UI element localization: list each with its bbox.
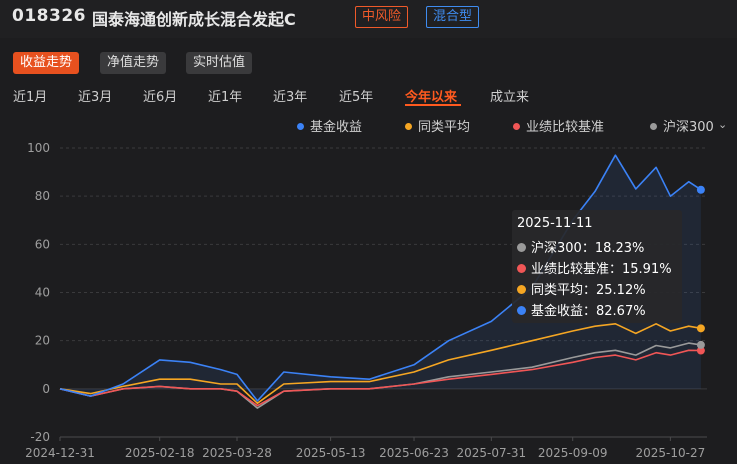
period-tab-since-inception[interactable]: 成立来 xyxy=(490,86,529,105)
period-tab-1m[interactable]: 近1月 xyxy=(13,86,47,105)
tooltip-dot-benchmark xyxy=(517,264,526,273)
x-tick-label: 2025-10-27 xyxy=(636,446,706,460)
period-tab-6m[interactable]: 近6月 xyxy=(143,86,177,105)
chart-legend: 基金收益 同类平均 业绩比较基准 沪深300 xyxy=(0,116,737,136)
x-tick-label: 2024-12-31 xyxy=(25,446,95,460)
legend-item-benchmark[interactable]: 业绩比较基准 xyxy=(513,116,604,135)
fund-name: 国泰海通创新成长混合发起C xyxy=(92,10,296,29)
tooltip-dot-fund-return xyxy=(517,306,526,315)
tab-return-trend[interactable]: 收益走势 xyxy=(13,52,80,74)
x-tick-label: 2025-02-18 xyxy=(125,446,195,460)
tooltip-dot-csi300 xyxy=(517,243,526,252)
tooltip-dot-peer-average xyxy=(517,285,526,294)
x-tick-label: 2025-03-28 xyxy=(202,446,272,460)
tooltip-text-csi300: 沪深300：18.23% xyxy=(531,241,645,256)
tab-realtime-estimate[interactable]: 实时估值 xyxy=(186,52,253,74)
period-tab-3m[interactable]: 近3月 xyxy=(78,86,112,105)
tooltip-row-fund-return: 基金收益：82.67% xyxy=(517,300,646,319)
legend-label-csi300: 沪深300 xyxy=(663,120,714,135)
x-tick-label: 2025-09-09 xyxy=(538,446,608,460)
series-point-fund-return xyxy=(696,185,705,194)
tooltip-date: 2025-11-11 xyxy=(517,216,593,231)
fund-code: 018326 xyxy=(12,6,86,26)
period-tab-ytd[interactable]: 今年以来 xyxy=(405,86,457,105)
risk-badge: 中风险 xyxy=(355,6,409,28)
legend-label-peer-average: 同类平均 xyxy=(418,120,471,135)
series-point-peer-average xyxy=(696,324,705,333)
x-tick-label: 2025-05-13 xyxy=(296,446,366,460)
legend-item-csi300[interactable]: 沪深300 xyxy=(650,116,714,135)
tooltip-row-benchmark: 业绩比较基准：15.91% xyxy=(517,258,672,277)
chart-tooltip: 2025-11-11 沪深300：18.23% 业绩比较基准：15.91% 同类… xyxy=(512,210,682,323)
legend-dot-peer-average xyxy=(405,123,412,130)
x-tick-label: 2025-07-31 xyxy=(456,446,526,460)
tooltip-text-fund-return: 基金收益：82.67% xyxy=(531,304,646,319)
legend-label-benchmark: 业绩比较基准 xyxy=(526,120,605,135)
legend-dot-csi300 xyxy=(650,123,657,130)
y-tick-label: -20 xyxy=(30,430,50,444)
y-tick-label: 0 xyxy=(42,382,50,396)
chevron-down-icon[interactable]: ⌄ xyxy=(718,118,727,131)
legend-label-fund-return: 基金收益 xyxy=(310,120,363,135)
period-tab-3y[interactable]: 近3年 xyxy=(273,86,307,105)
legend-item-fund-return[interactable]: 基金收益 xyxy=(297,116,362,135)
y-tick-label: 100 xyxy=(27,141,50,155)
tab-nav-trend[interactable]: 净值走势 xyxy=(100,52,167,74)
legend-dot-benchmark xyxy=(513,123,520,130)
tooltip-row-csi300: 沪深300：18.23% xyxy=(517,237,644,256)
period-tab-1y[interactable]: 近1年 xyxy=(208,86,242,105)
legend-item-peer-average[interactable]: 同类平均 xyxy=(405,116,470,135)
y-tick-label: 40 xyxy=(35,286,50,300)
y-tick-label: 60 xyxy=(35,237,50,251)
x-tick-label: 2025-06-23 xyxy=(379,446,449,460)
y-tick-label: 20 xyxy=(35,334,50,348)
period-tab-5y[interactable]: 近5年 xyxy=(339,86,373,105)
tooltip-text-peer-average: 同类平均：25.12% xyxy=(531,283,646,298)
y-tick-label: 80 xyxy=(35,189,50,203)
series-point-csi300 xyxy=(696,340,705,349)
legend-dot-fund-return xyxy=(297,123,304,130)
tooltip-row-peer-average: 同类平均：25.12% xyxy=(517,279,646,298)
fund-type-badge: 混合型 xyxy=(426,6,480,28)
active-period-underline xyxy=(405,104,461,106)
tooltip-text-benchmark: 业绩比较基准：15.91% xyxy=(531,262,672,277)
